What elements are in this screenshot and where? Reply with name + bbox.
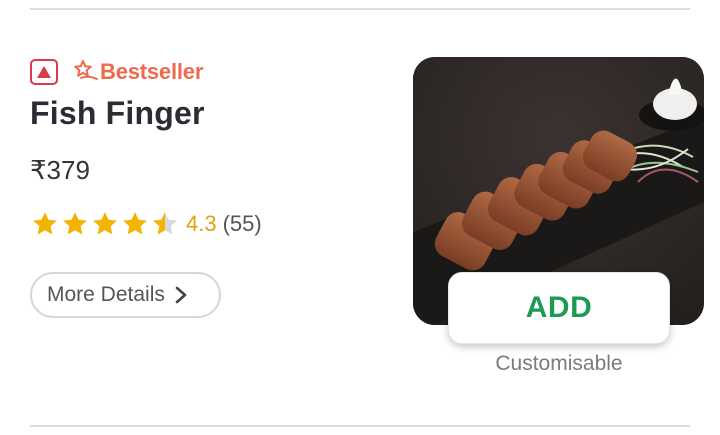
item-name: Fish Finger bbox=[30, 95, 205, 131]
badge-row: Bestseller bbox=[30, 58, 203, 86]
bottom-divider bbox=[30, 425, 690, 427]
star-icon bbox=[33, 212, 57, 235]
star-icon bbox=[123, 212, 147, 235]
customisable-label: Customisable bbox=[495, 352, 623, 375]
half-star-icon bbox=[153, 212, 177, 235]
rating-count: (55) bbox=[222, 211, 262, 236]
rating-row: 4.3 (55) bbox=[30, 207, 262, 241]
star-icon bbox=[63, 212, 87, 235]
top-divider bbox=[30, 8, 690, 10]
non-veg-triangle-icon bbox=[30, 59, 58, 85]
star-swoosh-icon bbox=[74, 58, 98, 87]
chevron-right-icon bbox=[175, 286, 187, 304]
more-details-label: More Details bbox=[47, 283, 165, 306]
star-icon bbox=[93, 212, 117, 235]
bestseller-badge: Bestseller bbox=[74, 58, 203, 87]
more-details-button[interactable]: More Details bbox=[30, 272, 221, 318]
bestseller-label: Bestseller bbox=[100, 59, 204, 84]
item-price: ₹379 bbox=[30, 155, 90, 185]
rating-value: 4.3 bbox=[186, 211, 217, 236]
star-rating bbox=[30, 209, 180, 239]
add-button[interactable]: ADD bbox=[448, 272, 670, 344]
